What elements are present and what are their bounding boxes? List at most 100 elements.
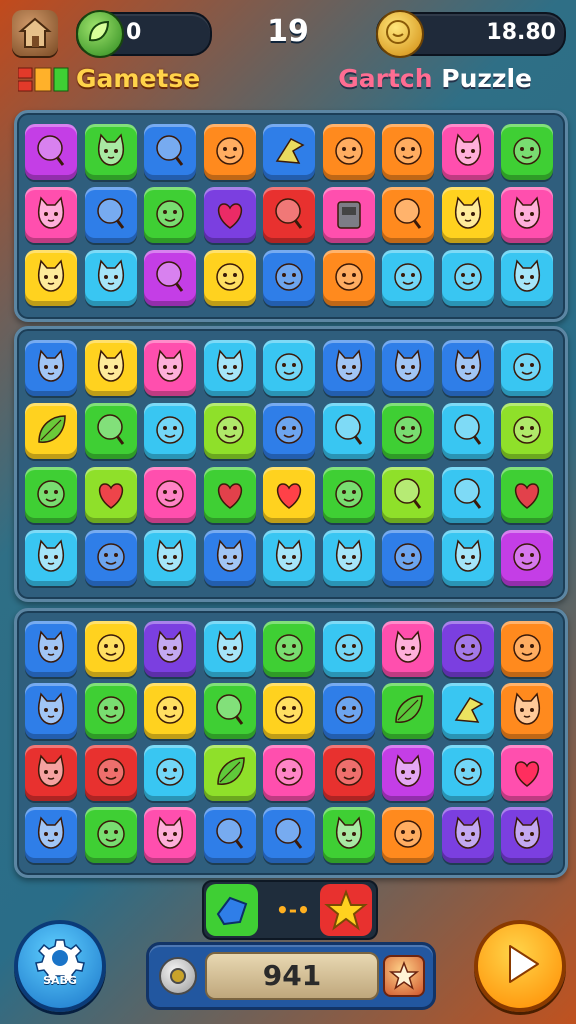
puzzle-tile[interactable] [263,530,315,587]
puzzle-tile[interactable] [203,683,256,739]
puzzle-tile[interactable] [84,807,137,863]
puzzle-tile[interactable] [144,339,196,396]
puzzle-tile[interactable] [144,250,196,307]
puzzle-tile[interactable] [382,683,434,739]
puzzle-tile[interactable] [382,530,434,587]
puzzle-tile[interactable] [144,530,196,587]
puzzle-tile[interactable] [501,530,553,587]
puzzle-tile[interactable] [84,339,137,396]
puzzle-tile[interactable] [203,466,256,523]
puzzle-tile[interactable] [322,403,375,460]
puzzle-tile[interactable] [25,745,77,801]
puzzle-tile[interactable] [322,123,375,180]
puzzle-tile[interactable] [84,466,137,523]
puzzle-tile[interactable] [203,621,256,677]
puzzle-tile[interactable] [203,123,256,180]
puzzle-tile[interactable] [322,250,375,307]
puzzle-tile[interactable] [441,187,494,243]
puzzle-tile[interactable] [441,250,494,307]
puzzle-tile[interactable] [441,621,494,677]
puzzle-tile[interactable] [144,403,196,460]
puzzle-tile[interactable] [25,530,77,587]
puzzle-tile[interactable] [441,530,494,587]
puzzle-tile[interactable] [501,621,553,677]
puzzle-tile[interactable] [322,466,375,523]
puzzle-tile[interactable] [322,530,375,587]
puzzle-tile[interactable] [263,745,315,801]
puzzle-tile[interactable] [263,621,315,677]
puzzle-tile[interactable] [25,250,77,307]
puzzle-tile[interactable] [441,683,494,739]
puzzle-tile[interactable] [501,745,553,801]
puzzle-tile[interactable] [144,466,196,523]
star-badge-icon[interactable] [383,955,425,997]
play-button[interactable] [474,920,566,1012]
puzzle-tile[interactable] [263,187,315,243]
puzzle-tile[interactable] [322,745,375,801]
puzzle-tile[interactable] [501,339,553,396]
puzzle-tile[interactable] [203,807,256,863]
puzzle-tile[interactable] [144,745,196,801]
puzzle-tile[interactable] [203,339,256,396]
puzzle-tile[interactable] [501,403,553,460]
puzzle-tile[interactable] [144,123,196,180]
home-button[interactable] [12,10,58,56]
puzzle-tile[interactable] [84,745,137,801]
puzzle-tile[interactable] [441,403,494,460]
puzzle-tile[interactable] [263,807,315,863]
puzzle-tile[interactable] [382,123,434,180]
puzzle-tile[interactable] [203,530,256,587]
puzzle-tile[interactable] [441,339,494,396]
swap-right-tile[interactable] [320,884,372,936]
puzzle-tile[interactable] [84,403,137,460]
puzzle-tile[interactable] [25,621,77,677]
puzzle-tile[interactable] [501,807,553,863]
puzzle-tile[interactable] [144,187,196,243]
puzzle-tile[interactable] [25,807,77,863]
puzzle-tile[interactable] [203,187,256,243]
puzzle-tile[interactable] [84,530,137,587]
puzzle-tile[interactable] [144,621,196,677]
puzzle-tile[interactable] [25,683,77,739]
puzzle-tile[interactable] [322,339,375,396]
puzzle-tile[interactable] [84,250,137,307]
puzzle-tile[interactable] [382,403,434,460]
puzzle-tile[interactable] [501,187,553,243]
puzzle-tile[interactable] [84,621,137,677]
puzzle-tile[interactable] [382,745,434,801]
puzzle-tile[interactable] [25,466,77,523]
puzzle-tile[interactable] [25,339,77,396]
puzzle-tile[interactable] [382,250,434,307]
puzzle-tile[interactable] [25,123,77,180]
puzzle-tile[interactable] [501,250,553,307]
puzzle-tile[interactable] [144,683,196,739]
puzzle-tile[interactable] [501,683,553,739]
swap-left-tile[interactable] [206,884,258,936]
puzzle-tile[interactable] [84,187,137,243]
puzzle-tile[interactable] [441,123,494,180]
puzzle-tile[interactable] [263,683,315,739]
puzzle-tile[interactable] [322,683,375,739]
puzzle-tile[interactable] [263,339,315,396]
puzzle-tile[interactable] [203,250,256,307]
puzzle-tile[interactable] [441,466,494,523]
puzzle-tile[interactable] [203,745,256,801]
puzzle-tile[interactable] [501,466,553,523]
puzzle-tile[interactable] [322,187,375,243]
puzzle-tile[interactable] [263,466,315,523]
puzzle-tile[interactable] [84,683,137,739]
puzzle-tile[interactable] [382,339,434,396]
puzzle-tile[interactable] [382,187,434,243]
puzzle-tile[interactable] [501,123,553,180]
puzzle-tile[interactable] [382,466,434,523]
puzzle-tile[interactable] [25,187,77,243]
puzzle-tile[interactable] [84,123,137,180]
puzzle-tile[interactable] [203,403,256,460]
puzzle-tile[interactable] [144,807,196,863]
puzzle-tile[interactable] [263,250,315,307]
puzzle-tile[interactable] [322,621,375,677]
puzzle-tile[interactable] [322,807,375,863]
puzzle-tile[interactable] [441,807,494,863]
puzzle-tile[interactable] [441,745,494,801]
settings-button[interactable]: SABG [14,920,106,1012]
